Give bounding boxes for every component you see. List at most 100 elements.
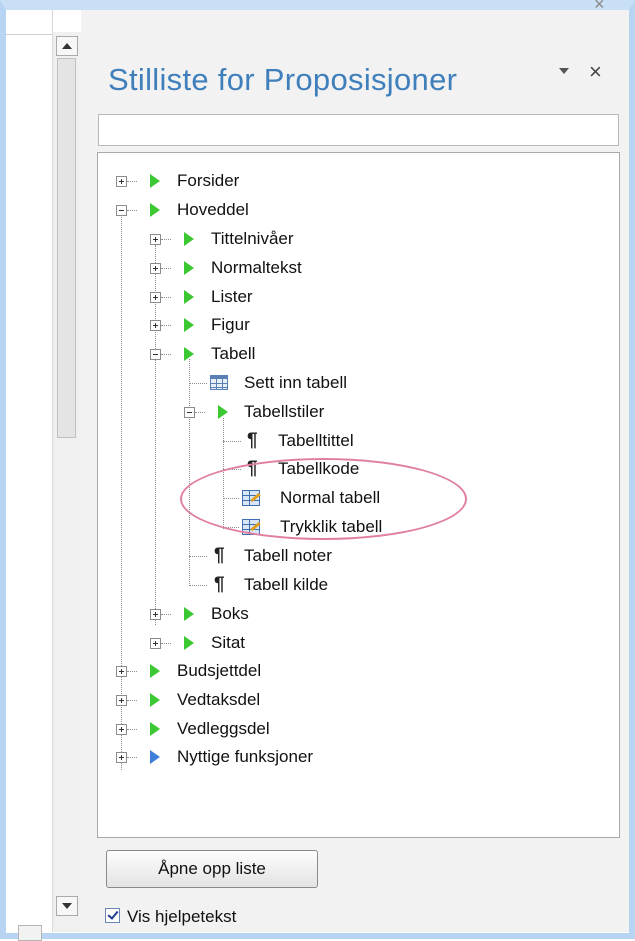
tree-connector: [161, 325, 171, 326]
arrow-down-icon: [62, 903, 72, 909]
show-help-checkbox[interactable]: [105, 908, 120, 923]
expand-icon[interactable]: [150, 292, 161, 303]
tree-item-tittelnivaer[interactable]: Tittelnivåer: [98, 225, 598, 253]
expand-icon[interactable]: [116, 724, 127, 735]
tree-item-label: Sett inn tabell: [244, 373, 348, 392]
tree-connector: [161, 268, 171, 269]
tree-connector: [189, 585, 207, 586]
expand-icon[interactable]: [116, 176, 127, 187]
chevron-down-icon[interactable]: [559, 68, 569, 74]
expand-icon[interactable]: [150, 638, 161, 649]
style-marker-icon: [184, 636, 194, 650]
tree-item-label: Forsider: [177, 171, 240, 190]
expand-icon[interactable]: [150, 320, 161, 331]
style-marker-icon: [184, 261, 194, 275]
tree-item-vedleggsdel[interactable]: Vedleggsdel: [98, 715, 598, 743]
tree-item-label: Tittelnivåer: [211, 229, 294, 248]
pane-title: Stilliste for Proposisjoner: [108, 62, 458, 97]
tree-item-vedtaksdel[interactable]: Vedtaksdel: [98, 686, 598, 714]
tree-item-hoveddel[interactable]: Hoveddel: [98, 196, 598, 224]
tree-connector: [127, 181, 137, 182]
tree-item-label: Vedleggsdel: [177, 719, 270, 738]
tree-item-tabell-noter[interactable]: ¶ Tabell noter: [98, 542, 598, 570]
style-marker-icon: [184, 290, 194, 304]
vertical-scrollbar[interactable]: [52, 32, 82, 932]
tree-connector: [127, 671, 137, 672]
style-marker-icon: [150, 203, 160, 217]
open-list-button[interactable]: Åpne opp liste: [106, 850, 318, 888]
style-marker-icon: [150, 722, 160, 736]
tree-connector: [223, 441, 241, 442]
tree-item-forsider[interactable]: Forsider: [98, 167, 598, 195]
style-marker-icon: [150, 693, 160, 707]
tree-item-tabelltittel[interactable]: ¶ Tabelltittel: [98, 427, 598, 455]
expand-icon[interactable]: [116, 695, 127, 706]
tree-item-boks[interactable]: Boks: [98, 600, 598, 628]
style-marker-icon: [218, 405, 228, 419]
tree-item-tabell[interactable]: Tabell: [98, 340, 598, 368]
tree-item-label: Figur: [211, 315, 250, 334]
style-marker-icon: [184, 347, 194, 361]
tree-item-lister[interactable]: Lister: [98, 283, 598, 311]
expand-icon[interactable]: [150, 609, 161, 620]
tree-item-label: Tabellstiler: [244, 402, 325, 421]
tree-connector: [161, 354, 171, 355]
scroll-thumb[interactable]: [57, 58, 76, 438]
tree-connector: [161, 614, 171, 615]
expand-icon[interactable]: [150, 263, 161, 274]
highlight-ellipse: [180, 458, 467, 540]
tree-connector: [127, 757, 137, 758]
tree-item-normaltekst[interactable]: Normaltekst: [98, 254, 598, 282]
paragraph-style-icon: ¶: [214, 574, 225, 595]
style-marker-icon: [150, 174, 160, 188]
tree-item-nyttige-funksjoner[interactable]: Nyttige funksjoner: [98, 743, 598, 771]
tree-connector: [127, 700, 137, 701]
paragraph-style-icon: ¶: [247, 430, 258, 451]
tree-item-label: Boks: [211, 604, 249, 623]
tree-connector: [161, 297, 171, 298]
tree-connector: [189, 383, 207, 384]
document-area: [6, 10, 53, 932]
style-marker-icon: [184, 232, 194, 246]
collapse-icon[interactable]: [116, 205, 127, 216]
tree-item-label: Tabelltittel: [278, 431, 354, 450]
tree-item-tabell-kilde[interactable]: ¶ Tabell kilde: [98, 571, 598, 599]
tree-item-label: Tabell noter: [244, 546, 332, 565]
tree-item-label: Hoveddel: [177, 200, 249, 219]
tree-connector: [189, 556, 207, 557]
tree-item-label: Vedtaksdel: [177, 690, 261, 709]
expand-icon[interactable]: [150, 234, 161, 245]
scroll-down-button[interactable]: [56, 896, 78, 916]
arrow-up-icon: [62, 43, 72, 49]
paragraph-style-icon: ¶: [214, 545, 225, 566]
tree-item-sett-inn-tabell[interactable]: Sett inn tabell: [98, 369, 598, 397]
tree-item-label: Lister: [211, 287, 253, 306]
style-marker-icon: [150, 664, 160, 678]
style-marker-icon: [184, 607, 194, 621]
tree-item-budsjettdel[interactable]: Budsjettdel: [98, 657, 598, 685]
tree-item-label: Sitat: [211, 633, 246, 652]
expand-icon[interactable]: [116, 666, 127, 677]
tree-item-sitat[interactable]: Sitat: [98, 629, 598, 657]
tree-item-label: Normaltekst: [211, 258, 302, 277]
function-marker-icon: [150, 750, 160, 764]
insert-table-icon: [210, 375, 228, 390]
search-input[interactable]: [98, 114, 619, 146]
tree-item-label: Budsjettdel: [177, 661, 262, 680]
close-icon[interactable]: ×: [589, 60, 602, 84]
tree-item-label: Tabell: [211, 344, 256, 363]
tree-item-tabellstiler[interactable]: Tabellstiler: [98, 398, 598, 426]
style-marker-icon: [184, 318, 194, 332]
tree-item-label: Nyttige funksjoner: [177, 747, 314, 766]
collapse-icon[interactable]: [150, 349, 161, 360]
tree-item-label: Tabell kilde: [244, 575, 329, 594]
tree-connector: [161, 239, 171, 240]
tree-connector: [127, 210, 137, 211]
tree-connector: [195, 412, 205, 413]
tree-item-figur[interactable]: Figur: [98, 311, 598, 339]
show-help-label: Vis hjelpetekst: [127, 907, 237, 926]
collapse-icon[interactable]: [184, 407, 195, 418]
scroll-up-button[interactable]: [56, 36, 78, 56]
expand-icon[interactable]: [116, 752, 127, 763]
tree-connector: [161, 643, 171, 644]
